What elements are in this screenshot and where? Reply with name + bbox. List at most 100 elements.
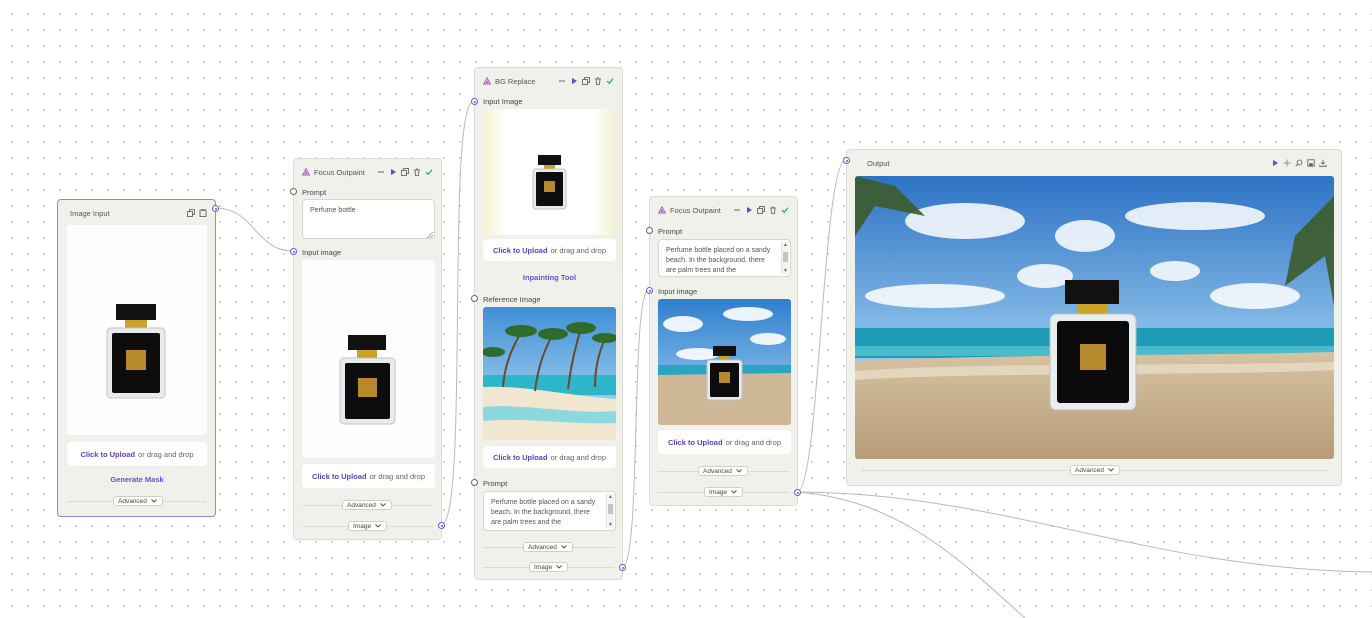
perfume-on-beach-image <box>658 299 791 425</box>
upload-dropzone[interactable]: Click to Upload or drag and drop <box>483 239 616 261</box>
image-input-port[interactable] <box>471 98 478 105</box>
output-type-select[interactable]: Image <box>704 487 744 497</box>
run-icon[interactable] <box>745 206 753 214</box>
upload-hint: or drag and drop <box>138 449 194 459</box>
input-image-preview <box>658 299 791 425</box>
upload-hint: or drag and drop <box>725 437 782 447</box>
upload-hint: or drag and drop <box>550 452 607 462</box>
upload-dropzone[interactable]: Click to Upload or drag and drop <box>483 446 616 468</box>
run-icon[interactable] <box>1271 159 1279 167</box>
advanced-label: Advanced <box>703 467 732 475</box>
upload-link[interactable]: Click to Upload <box>80 450 135 459</box>
resize-grip-icon[interactable] <box>427 232 433 238</box>
node-logo-icon <box>302 168 310 176</box>
prompt-input-port[interactable] <box>290 188 297 195</box>
advanced-toggle[interactable]: Advanced <box>342 500 392 510</box>
copy-icon[interactable] <box>199 209 207 217</box>
focus-outpaint-node-1[interactable]: Focus Outpaint Prompt Perfume bottle Inp… <box>293 158 442 540</box>
output-type-label: Image <box>709 488 728 496</box>
input-image-label: Input image <box>658 287 698 296</box>
image-output-port[interactable] <box>438 522 445 529</box>
check-icon <box>781 207 789 214</box>
output-type-select[interactable]: Image <box>348 521 388 531</box>
scroll-down-icon[interactable]: ▼ <box>782 268 789 274</box>
upload-dropzone[interactable]: Click to Upload or drag and drop <box>67 442 207 466</box>
prompt-input-port[interactable] <box>471 479 478 486</box>
perfume-bottle-image <box>339 335 396 425</box>
image-input-output-port[interactable] <box>212 205 219 212</box>
scrollbar[interactable]: ▲ ▼ <box>781 242 789 274</box>
upload-link[interactable]: Click to Upload <box>668 438 723 447</box>
upload-link[interactable]: Click to Upload <box>493 453 548 462</box>
delete-icon[interactable] <box>769 206 777 214</box>
output-type-label: Image <box>534 563 553 571</box>
input-image-label: Input Image <box>483 97 523 106</box>
focus-outpaint-node-2[interactable]: Focus Outpaint Prompt Perfume bottle pla… <box>649 196 798 506</box>
advanced-label: Advanced <box>1075 466 1104 474</box>
upload-link[interactable]: Click to Upload <box>493 246 548 255</box>
node-header: Focus Outpaint <box>658 203 789 217</box>
prompt-textarea[interactable]: Perfume bottle placed on a sandy beach. … <box>658 239 791 277</box>
output-node[interactable]: Output Advanced <box>846 149 1342 486</box>
run-icon[interactable] <box>389 168 397 176</box>
duplicate-icon[interactable] <box>187 209 195 217</box>
zoom-icon[interactable] <box>1295 159 1303 167</box>
image-input-port[interactable] <box>843 157 850 164</box>
advanced-label: Advanced <box>347 501 376 509</box>
delete-icon[interactable] <box>594 77 602 85</box>
save-icon[interactable] <box>1307 159 1315 167</box>
image-output-port[interactable] <box>619 564 626 571</box>
chevron-down-icon <box>561 545 567 549</box>
advanced-toggle[interactable]: Advanced <box>698 466 748 476</box>
upload-link[interactable]: Click to Upload <box>312 472 367 481</box>
image-input-node[interactable]: Image Input Click to Upload or drag and … <box>57 199 216 517</box>
node-header: Output <box>861 156 1327 170</box>
prompt-label: Prompt <box>483 479 508 488</box>
reference-image-label: Reference Image <box>483 295 541 304</box>
run-icon[interactable] <box>570 77 578 85</box>
scroll-up-icon[interactable]: ▲ <box>782 242 789 248</box>
scroll-thumb[interactable] <box>608 504 613 514</box>
minimize-icon[interactable] <box>377 168 385 176</box>
duplicate-icon[interactable] <box>757 206 765 214</box>
input-image-preview <box>67 225 207 435</box>
prompt-textarea[interactable]: Perfume bottle placed on a sandy beach. … <box>483 491 616 531</box>
scrollbar[interactable]: ▲ ▼ <box>606 494 614 528</box>
minimize-icon[interactable] <box>558 77 566 85</box>
reference-input-port[interactable] <box>471 295 478 302</box>
advanced-label: Advanced <box>118 497 147 505</box>
advanced-toggle[interactable]: Advanced <box>1070 465 1120 475</box>
duplicate-icon[interactable] <box>401 168 409 176</box>
move-icon[interactable] <box>1283 159 1291 167</box>
image-input-port[interactable] <box>290 248 297 255</box>
output-type-label: Image <box>353 522 372 530</box>
image-output-port[interactable] <box>794 489 801 496</box>
upload-dropzone[interactable]: Click to Upload or drag and drop <box>658 430 791 454</box>
scroll-thumb[interactable] <box>783 252 788 262</box>
download-icon[interactable] <box>1319 159 1327 167</box>
delete-icon[interactable] <box>413 168 421 176</box>
upload-hint: or drag and drop <box>369 471 426 481</box>
input-image-preview <box>483 109 616 235</box>
generate-mask-button[interactable]: Generate Mask <box>67 475 207 484</box>
input-image-preview <box>302 260 435 458</box>
node-header: BG Replace <box>483 74 614 88</box>
duplicate-icon[interactable] <box>582 77 590 85</box>
prompt-input-port[interactable] <box>646 227 653 234</box>
node-title: Image Input <box>70 208 110 218</box>
inpainting-tool-button[interactable]: Inpainting Tool <box>483 273 616 282</box>
minimize-icon[interactable] <box>733 206 741 214</box>
chevron-down-icon <box>380 503 386 507</box>
bg-replace-node[interactable]: BG Replace Input Image Click to Upload o… <box>474 67 623 580</box>
advanced-toggle[interactable]: Advanced <box>523 542 573 552</box>
prompt-textarea[interactable]: Perfume bottle <box>302 199 435 239</box>
scroll-up-icon[interactable]: ▲ <box>607 494 614 500</box>
node-header: Focus Outpaint <box>302 165 433 179</box>
advanced-toggle[interactable]: Advanced <box>113 496 163 506</box>
upload-dropzone[interactable]: Click to Upload or drag and drop <box>302 464 435 488</box>
wire-focus2-out-a <box>796 491 1372 573</box>
node-title: Focus Outpaint <box>670 205 721 215</box>
scroll-down-icon[interactable]: ▼ <box>607 522 614 528</box>
image-input-port[interactable] <box>646 287 653 294</box>
output-type-select[interactable]: Image <box>529 562 569 572</box>
